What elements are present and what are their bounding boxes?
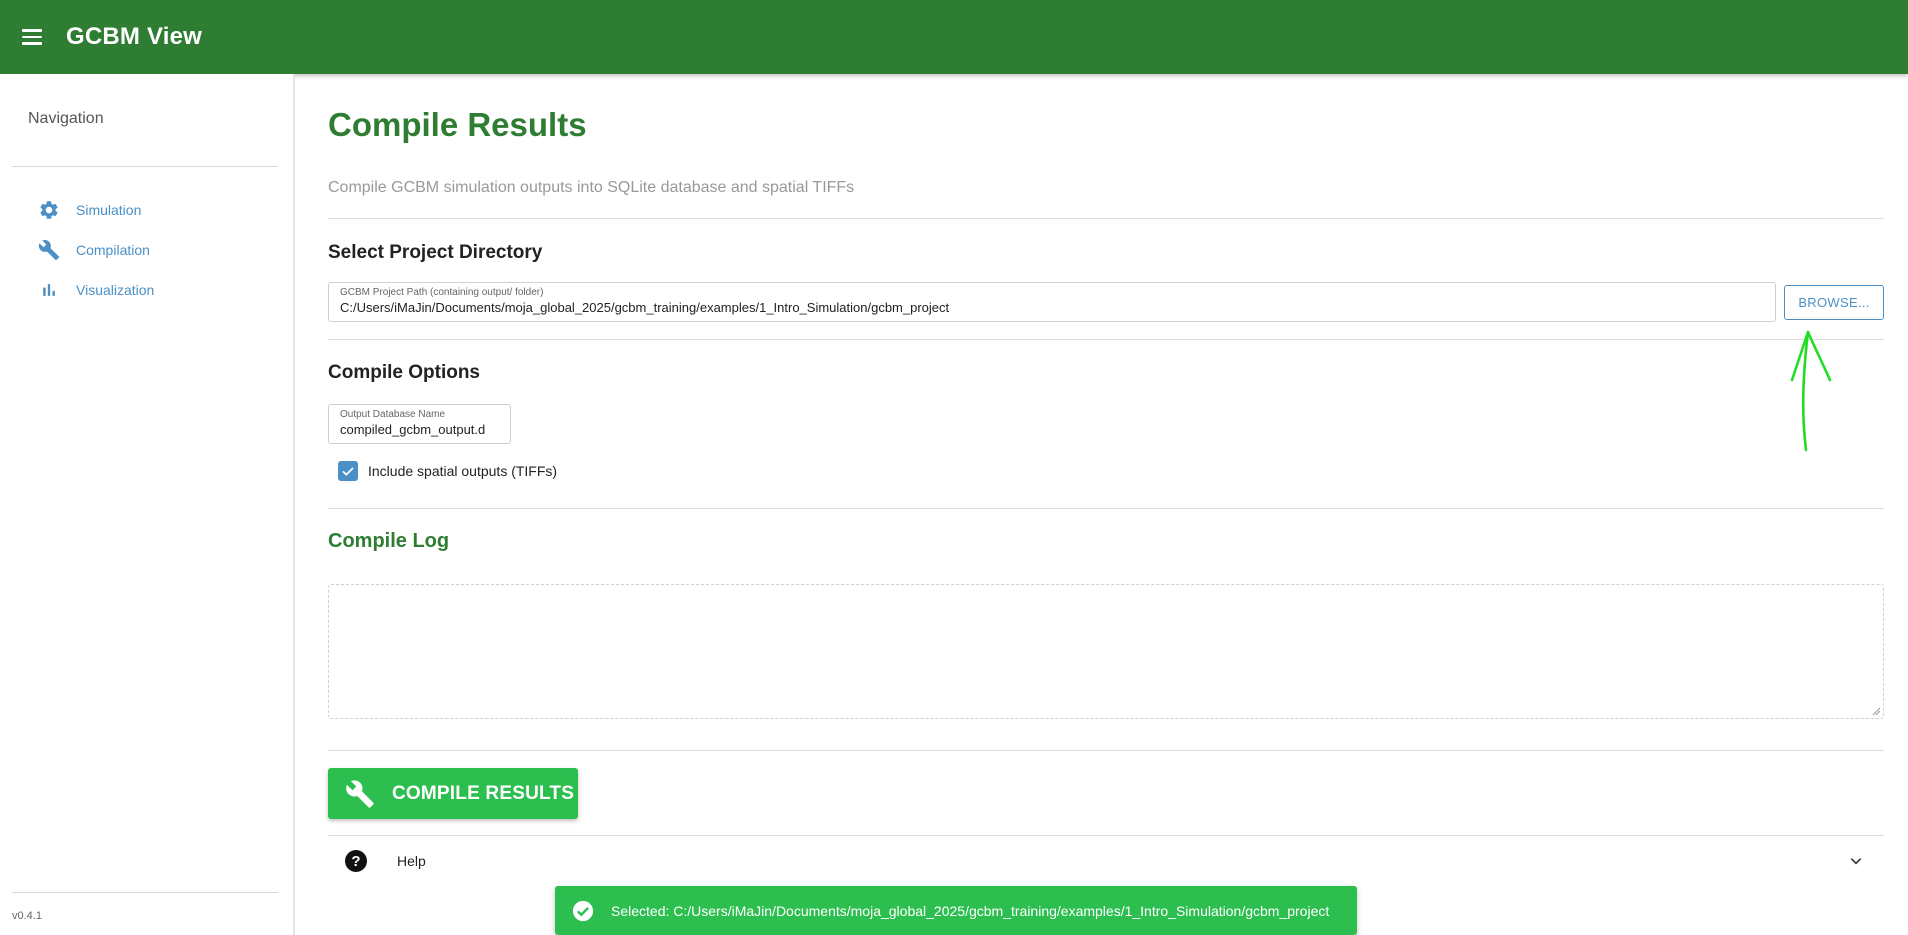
app-title: GCBM View bbox=[66, 23, 203, 50]
help-accordion[interactable]: ? Help bbox=[328, 836, 1884, 886]
sidebar-item-compilation[interactable]: Compilation bbox=[36, 234, 276, 266]
db-name-field[interactable]: Output Database Name compiled_gcbm_outpu… bbox=[328, 404, 511, 444]
project-path-label: GCBM Project Path (containing output/ fo… bbox=[340, 287, 544, 298]
chevron-down-icon[interactable] bbox=[1848, 853, 1864, 869]
help-icon: ? bbox=[345, 850, 367, 872]
help-label: Help bbox=[397, 853, 426, 869]
app-bar: GCBM View bbox=[0, 0, 1908, 74]
gear-icon bbox=[36, 197, 62, 223]
sidebar-item-simulation[interactable]: Simulation bbox=[36, 194, 276, 226]
compile-results-button[interactable]: COMPILE RESULTS bbox=[328, 768, 578, 819]
sidebar: Navigation Simulation Compilation Visual… bbox=[0, 74, 295, 935]
browse-button[interactable]: BROWSE... bbox=[1784, 285, 1884, 320]
include-spatial-label: Include spatial outputs (TIFFs) bbox=[368, 463, 558, 479]
project-path-input[interactable]: C:/Users/iMaJin/Documents/moja_global_20… bbox=[340, 300, 1767, 315]
check-icon bbox=[342, 467, 354, 476]
include-spatial-checkbox[interactable] bbox=[338, 461, 358, 481]
wrench-icon bbox=[344, 778, 376, 810]
section-heading-compile-log: Compile Log bbox=[328, 530, 450, 552]
toast-notification: Selected: C:/Users/iMaJin/Documents/moja… bbox=[555, 886, 1357, 935]
section-heading-project-directory: Select Project Directory bbox=[328, 242, 543, 263]
divider bbox=[328, 508, 1884, 509]
project-path-field[interactable]: GCBM Project Path (containing output/ fo… bbox=[328, 282, 1776, 322]
toast-message: Selected: C:/Users/iMaJin/Documents/moja… bbox=[611, 902, 1330, 919]
section-heading-compile-options: Compile Options bbox=[328, 362, 480, 383]
check-circle-icon bbox=[572, 900, 594, 922]
main-content: Compile Results Compile GCBM simulation … bbox=[328, 74, 1884, 935]
nav-divider bbox=[12, 166, 278, 167]
compile-log-textarea[interactable] bbox=[328, 584, 1884, 719]
divider bbox=[328, 218, 1884, 219]
divider bbox=[328, 750, 1884, 751]
sidebar-item-label: Visualization bbox=[76, 282, 155, 298]
divider bbox=[328, 339, 1884, 340]
sidebar-item-visualization[interactable]: Visualization bbox=[36, 274, 276, 306]
wrench-icon bbox=[36, 237, 62, 263]
version-divider bbox=[12, 892, 278, 893]
sidebar-item-label: Simulation bbox=[76, 202, 142, 218]
hamburger-menu-icon[interactable] bbox=[22, 26, 50, 48]
version-label: v0.4.1 bbox=[12, 910, 42, 922]
bar-chart-icon bbox=[36, 277, 62, 303]
page-subtitle: Compile GCBM simulation outputs into SQL… bbox=[328, 179, 855, 196]
arrow-annotation bbox=[1790, 330, 1832, 452]
db-name-label: Output Database Name bbox=[340, 409, 446, 420]
resize-grip-icon[interactable] bbox=[1871, 706, 1881, 716]
sidebar-item-label: Compilation bbox=[76, 242, 150, 258]
nav-title: Navigation bbox=[28, 110, 104, 127]
db-name-input[interactable]: compiled_gcbm_output.d bbox=[340, 422, 502, 437]
page-title: Compile Results bbox=[328, 106, 587, 143]
compile-results-label: COMPILE RESULTS bbox=[392, 782, 575, 804]
